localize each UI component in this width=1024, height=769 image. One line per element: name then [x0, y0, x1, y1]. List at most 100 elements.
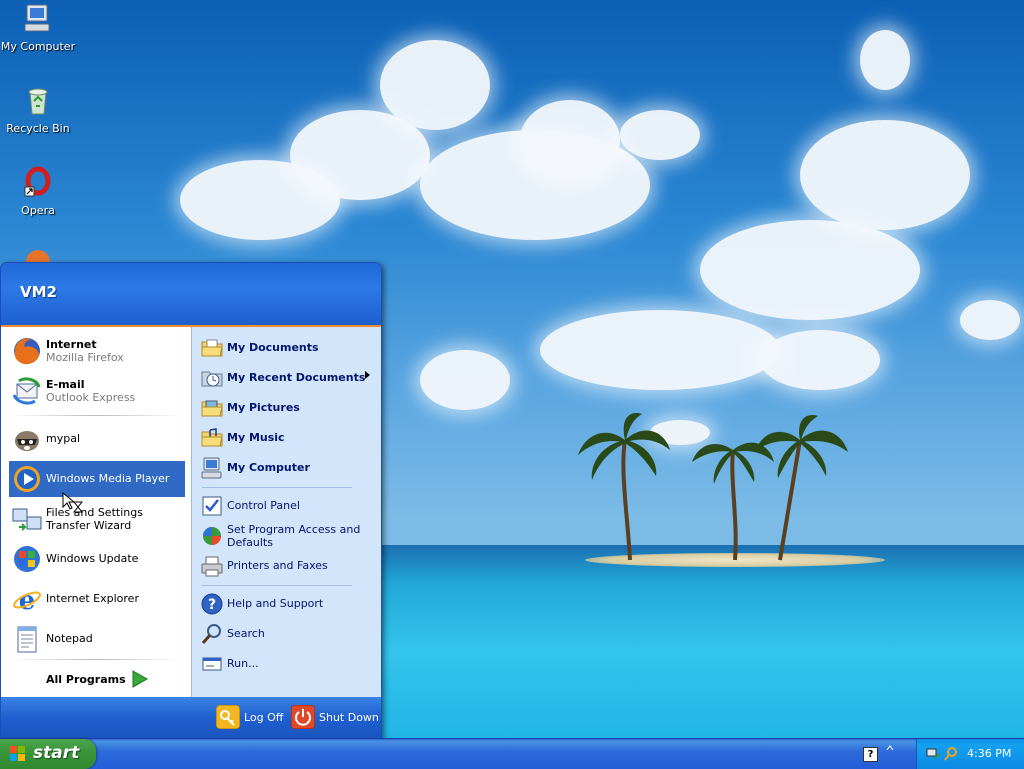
cloud — [700, 220, 920, 320]
desktop-icon-my-computer[interactable]: My Computer — [0, 2, 76, 53]
desktop-icon-opera[interactable]: Opera — [0, 166, 76, 217]
windows-update-icon — [14, 546, 40, 572]
program-access-icon — [203, 527, 221, 545]
firefox-icon — [14, 338, 40, 365]
notepad-icon — [17, 626, 37, 653]
desktop-icon-label: My Computer — [0, 40, 76, 53]
cloud — [760, 330, 880, 390]
recent-item-windows-update[interactable]: Windows Update — [9, 541, 185, 577]
place-help-and-support[interactable]: ? Help and Support — [198, 589, 378, 617]
svg-text:?: ? — [208, 597, 216, 613]
place-my-music[interactable]: My Music — [198, 423, 378, 451]
place-run[interactable]: Run... — [198, 649, 378, 677]
place-label: My Music — [227, 431, 285, 444]
windows-media-player-icon — [14, 466, 40, 492]
recent-item-label: Notepad — [46, 632, 93, 645]
cloud — [540, 310, 780, 390]
run-icon — [202, 657, 222, 671]
place-label: Search — [227, 627, 265, 640]
recent-item-label: Internet Explorer — [46, 592, 139, 605]
taskbar: start ? 4:36 PM — [0, 738, 1024, 769]
recent-item-internet-explorer[interactable]: e Internet Explorer — [9, 581, 185, 617]
opera-icon — [24, 166, 51, 197]
log-off-icon — [216, 705, 240, 729]
desktop-icon-label: Recycle Bin — [6, 122, 70, 135]
cloud — [960, 300, 1020, 340]
place-my-computer[interactable]: My Computer — [198, 453, 378, 481]
arrow-right-icon — [132, 670, 149, 688]
pinned-item-subtitle: Mozilla Firefox — [46, 351, 124, 364]
pinned-item-subtitle: Outlook Express — [46, 391, 136, 404]
place-search[interactable]: Search — [198, 619, 378, 647]
recent-documents-icon — [201, 371, 223, 387]
menu-separator — [202, 487, 352, 488]
place-my-recent-documents[interactable]: My Recent Documents — [198, 363, 378, 391]
recent-item-label: mypal — [46, 432, 81, 445]
place-my-pictures[interactable]: My Pictures — [198, 393, 378, 421]
recent-item-label: Windows Update — [46, 552, 139, 565]
shut-down-label: Shut Down — [319, 711, 379, 724]
place-label: Control Panel — [227, 499, 300, 512]
place-label: My Recent Documents — [227, 371, 366, 384]
mypal-icon — [15, 431, 39, 451]
pinned-item-title: E-mail — [46, 378, 85, 391]
all-programs-label: All Programs — [46, 673, 126, 686]
recent-item-windows-media-player[interactable]: Windows Media Player — [9, 461, 185, 497]
cloud — [860, 30, 910, 90]
place-control-panel[interactable]: Control Panel — [198, 491, 378, 519]
search-tray-icon[interactable] — [943, 746, 959, 762]
place-label: My Computer — [227, 461, 310, 474]
place-my-documents[interactable]: My Documents — [198, 333, 378, 361]
printer-icon — [201, 556, 223, 577]
start-button[interactable]: start — [0, 739, 96, 769]
help-tray-icon[interactable]: ? — [863, 747, 878, 762]
cloud — [420, 350, 510, 410]
start-menu: VM2 Internet Mozilla Firefox E-mail Outl… — [0, 262, 382, 740]
network-icon[interactable] — [925, 746, 941, 762]
recycle-bin-icon — [28, 88, 48, 115]
outlook-express-icon — [12, 377, 41, 405]
place-label: Run... — [227, 657, 259, 670]
cloud — [620, 110, 700, 160]
pinned-item-email[interactable]: E-mail Outlook Express — [9, 373, 185, 409]
place-printers-and-faxes[interactable]: Printers and Faxes — [198, 551, 378, 579]
clock[interactable]: 4:36 PM — [967, 747, 1011, 760]
desktop-icon-label: Opera — [21, 204, 55, 217]
music-folder-icon — [201, 428, 223, 447]
start-menu-places: My Documents My Recent Documents My Pict… — [191, 327, 381, 697]
user-name: VM2 — [20, 283, 57, 301]
all-programs-button[interactable]: All Programs — [9, 665, 185, 693]
place-program-access[interactable]: Set Program Access and Defaults — [198, 521, 378, 549]
place-label: Printers and Faxes — [227, 559, 328, 572]
windows-logo-icon — [10, 746, 25, 761]
hourglass-cursor-icon — [62, 492, 84, 513]
recent-item-transfer-wizard[interactable]: Files and Settings Transfer Wizard — [9, 501, 185, 541]
place-label: My Documents — [227, 341, 319, 354]
recent-item-mypal[interactable]: mypal — [9, 421, 185, 457]
pictures-folder-icon — [201, 400, 223, 417]
system-tray: 4:36 PM — [916, 739, 1024, 769]
submenu-arrow-icon — [365, 371, 370, 379]
start-menu-programs: Internet Mozilla Firefox E-mail Outlook … — [1, 327, 191, 697]
desktop-icon-recycle-bin[interactable]: Recycle Bin — [0, 84, 76, 135]
place-label: My Pictures — [227, 401, 300, 414]
recent-item-notepad[interactable]: Notepad — [9, 621, 185, 657]
power-icon — [291, 705, 315, 729]
search-icon — [201, 624, 221, 644]
transfer-wizard-icon — [12, 508, 42, 531]
my-computer-icon — [201, 457, 222, 479]
pinned-item-internet[interactable]: Internet Mozilla Firefox — [9, 333, 185, 369]
recent-item-label: Windows Media Player — [46, 472, 170, 485]
start-label: start — [33, 743, 80, 763]
pinned-item-title: Internet — [46, 338, 97, 351]
control-panel-icon — [202, 496, 222, 516]
internet-explorer-icon: e — [13, 586, 41, 615]
expand-tray-icon[interactable] — [886, 744, 894, 752]
cloud — [520, 100, 620, 180]
folder-icon — [201, 339, 223, 357]
menu-separator — [11, 415, 181, 416]
start-menu-header: VM2 — [1, 263, 381, 327]
place-label: Help and Support — [227, 597, 324, 610]
log-off-label: Log Off — [244, 711, 284, 724]
my-computer-icon — [24, 4, 50, 32]
